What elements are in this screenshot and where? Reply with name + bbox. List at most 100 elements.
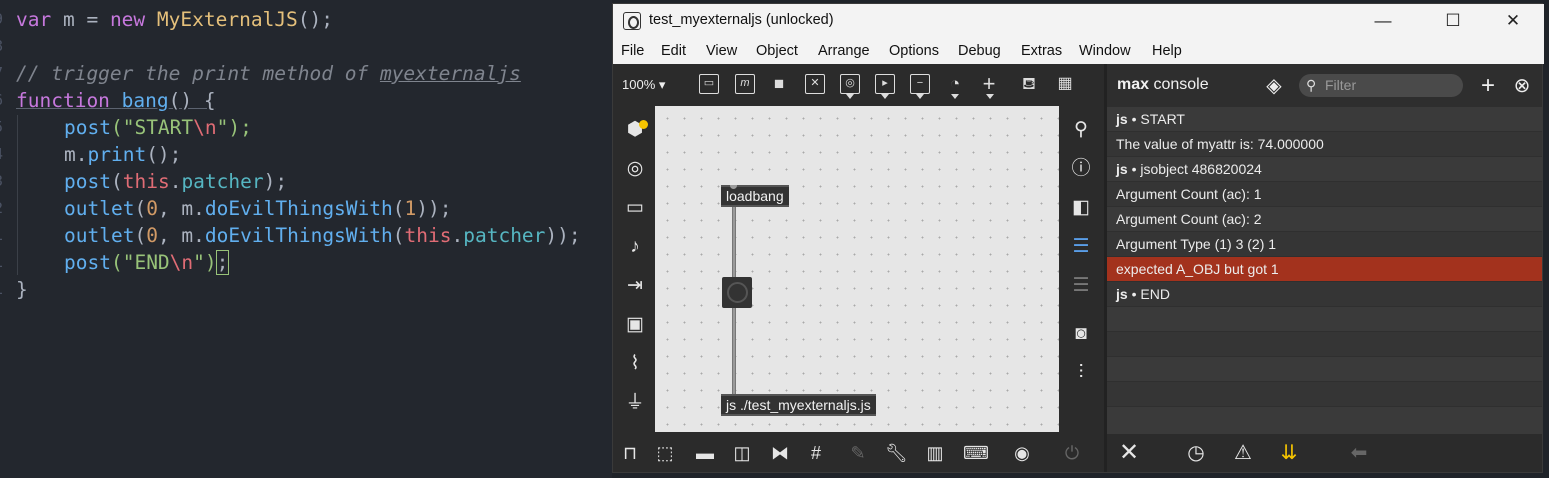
console-row[interactable]: Argument Count (ac): 1 [1107, 182, 1542, 207]
button-icon[interactable]: ◎ [840, 74, 860, 94]
console-row[interactable]: The value of myattr is: 74.000000 [1107, 132, 1542, 157]
step-icon[interactable]: ⇥ [624, 275, 646, 297]
message-box-icon[interactable]: m [735, 74, 755, 94]
code-line[interactable]: 8 [0, 33, 612, 60]
warning-icon[interactable]: ⚠ [1231, 441, 1255, 465]
piano-icon[interactable]: ▥ [924, 442, 946, 464]
menu-extras[interactable]: Extras [1021, 43, 1062, 59]
chevron-down-icon[interactable] [951, 94, 959, 99]
console-row[interactable]: js • START [1107, 107, 1542, 132]
title-bar[interactable]: test_myexternaljs (unlocked) — ☐ ✕ [613, 4, 1544, 38]
add-icon[interactable]: + [1477, 74, 1499, 98]
presentation-icon[interactable]: ▬ [694, 442, 716, 464]
layers-icon[interactable]: ◫ [731, 442, 753, 464]
patcher-canvas[interactable]: loadbang js ./test_myexternaljs.js [655, 106, 1059, 432]
plug-icon[interactable]: ⏚ [624, 392, 646, 414]
console-row[interactable]: Argument Count (ac): 2 [1107, 207, 1542, 232]
music-note-icon[interactable]: ♪ [624, 236, 646, 258]
info-icon[interactable]: ⓘ [1069, 157, 1093, 181]
power-icon[interactable]: ⏻ [1061, 442, 1083, 464]
wrench-icon[interactable]: 🔧︎ [885, 442, 908, 464]
code-line[interactable]: 1 outlet(0, m.doEvilThingsWith(this.patc… [0, 222, 612, 249]
line-number: 1 [0, 276, 8, 303]
console-row [1107, 332, 1542, 357]
object-grid-icon[interactable]: ▦ [1055, 74, 1075, 94]
code-line[interactable]: 9 var m = new MyExternalJS(); [0, 6, 612, 33]
console-message: The value of myattr is: 74.000000 [1116, 136, 1324, 152]
console-error-row[interactable]: expected A_OBJ but got 1 [1107, 257, 1542, 282]
menu-arrange[interactable]: Arrange [818, 43, 870, 59]
code-line[interactable]: 2 outlet(0, m.doEvilThingsWith(1)); [0, 195, 612, 222]
patch-cord[interactable] [732, 207, 736, 280]
console-list-icon[interactable]: ☰ [1069, 235, 1093, 259]
menu-file[interactable]: File [621, 43, 644, 59]
snap-icon[interactable]: ✎ [847, 442, 869, 464]
code-token: . [169, 170, 182, 193]
menu-help[interactable]: Help [1152, 43, 1182, 59]
chevron-down-icon[interactable] [986, 94, 994, 99]
scroll-to-end-icon[interactable]: ⇊ [1277, 441, 1301, 465]
code-token: MyExternalJS [156, 8, 298, 31]
add-object-icon[interactable]: + [979, 73, 999, 95]
code-line[interactable]: 1 post("END\n"); [0, 249, 612, 276]
clock-icon[interactable]: ◷ [1184, 441, 1208, 465]
back-arrow-icon[interactable]: ⬅ [1347, 441, 1371, 465]
chevron-down-icon[interactable] [846, 94, 854, 99]
code-token: new [109, 8, 146, 31]
js-object[interactable]: js ./test_myexternaljs.js [721, 394, 876, 416]
film-icon[interactable]: ▭ [624, 197, 646, 219]
paperclip-icon[interactable]: ⌇ [624, 353, 646, 375]
menu-options[interactable]: Options [889, 43, 939, 59]
code-line[interactable]: 7 // trigger the print method of myexter… [0, 60, 612, 87]
paint-bucket-icon[interactable]: ⛾ [1019, 74, 1039, 94]
book-icon[interactable]: ◧ [1069, 196, 1093, 220]
slider-icon[interactable]: − [910, 74, 930, 94]
chevron-down-icon[interactable] [916, 94, 924, 99]
comment-icon[interactable]: ■ [769, 74, 789, 94]
target-icon[interactable]: ◎ [624, 158, 646, 180]
menu-debug[interactable]: Debug [958, 43, 1001, 59]
keyboard-icon[interactable]: ⌨ [963, 442, 989, 464]
search-icon[interactable]: ⚲ [1069, 118, 1093, 142]
code-token: ("START [110, 116, 194, 139]
code-token: ( [392, 197, 405, 220]
menu-edit[interactable]: Edit [661, 43, 686, 59]
code-editor[interactable]: 9 var m = new MyExternalJS(); 8 7 // tri… [0, 0, 612, 478]
bang-button-object[interactable] [722, 277, 752, 308]
diamond-icon[interactable]: ◈ [1263, 75, 1285, 97]
close-circle-icon[interactable]: ⊗ [1511, 75, 1533, 97]
code-line[interactable]: 1 } [0, 276, 612, 303]
filter-input[interactable]: ⚲ Filter [1299, 74, 1463, 97]
menu-view[interactable]: View [706, 43, 737, 59]
console-message: Argument Type (1) 3 (2) 1 [1116, 236, 1277, 252]
console-row[interactable]: js • jsobject 486820024 [1107, 157, 1542, 182]
menu-object[interactable]: Object [756, 43, 798, 59]
dial-icon[interactable]: ◔ [945, 74, 965, 94]
unlock-icon[interactable]: ⊓ [619, 442, 641, 464]
patch-cord[interactable] [732, 304, 736, 396]
code-line[interactable]: 6 function bang() { [0, 87, 612, 114]
close-button[interactable]: ✕ [1490, 4, 1536, 38]
code-line[interactable]: 3 post(this.patcher); [0, 168, 612, 195]
toggle-icon[interactable]: ✕ [805, 74, 825, 94]
console-row[interactable]: js • END [1107, 282, 1542, 307]
maximize-button[interactable]: ☐ [1430, 4, 1476, 38]
number-icon[interactable]: ▸ [875, 74, 895, 94]
dsp-icon[interactable]: ◉ [1011, 442, 1033, 464]
mute-icon[interactable]: ⧓ [769, 442, 791, 464]
zoom-dropdown[interactable]: 100% ▾ [622, 77, 665, 93]
new-object-icon[interactable]: ▭ [699, 74, 719, 94]
menu-window[interactable]: Window [1079, 43, 1131, 59]
clear-icon[interactable]: ✕ [1117, 441, 1141, 465]
chevron-down-icon[interactable] [881, 94, 889, 99]
code-line[interactable]: 5 post("START\n"); [0, 114, 612, 141]
camera-icon[interactable]: ◙ [1069, 322, 1093, 346]
image-icon[interactable]: ▣ [624, 314, 646, 336]
console-row[interactable]: Argument Type (1) 3 (2) 1 [1107, 232, 1542, 257]
grid-icon[interactable]: # [805, 442, 827, 464]
code-line[interactable]: 4 m.print(); [0, 141, 612, 168]
list-icon[interactable]: ☰ [1069, 274, 1093, 298]
minimize-button[interactable]: — [1360, 4, 1406, 38]
select-icon[interactable]: ⬚ [654, 442, 676, 464]
sliders-icon[interactable]: ⫶ [1069, 361, 1093, 385]
